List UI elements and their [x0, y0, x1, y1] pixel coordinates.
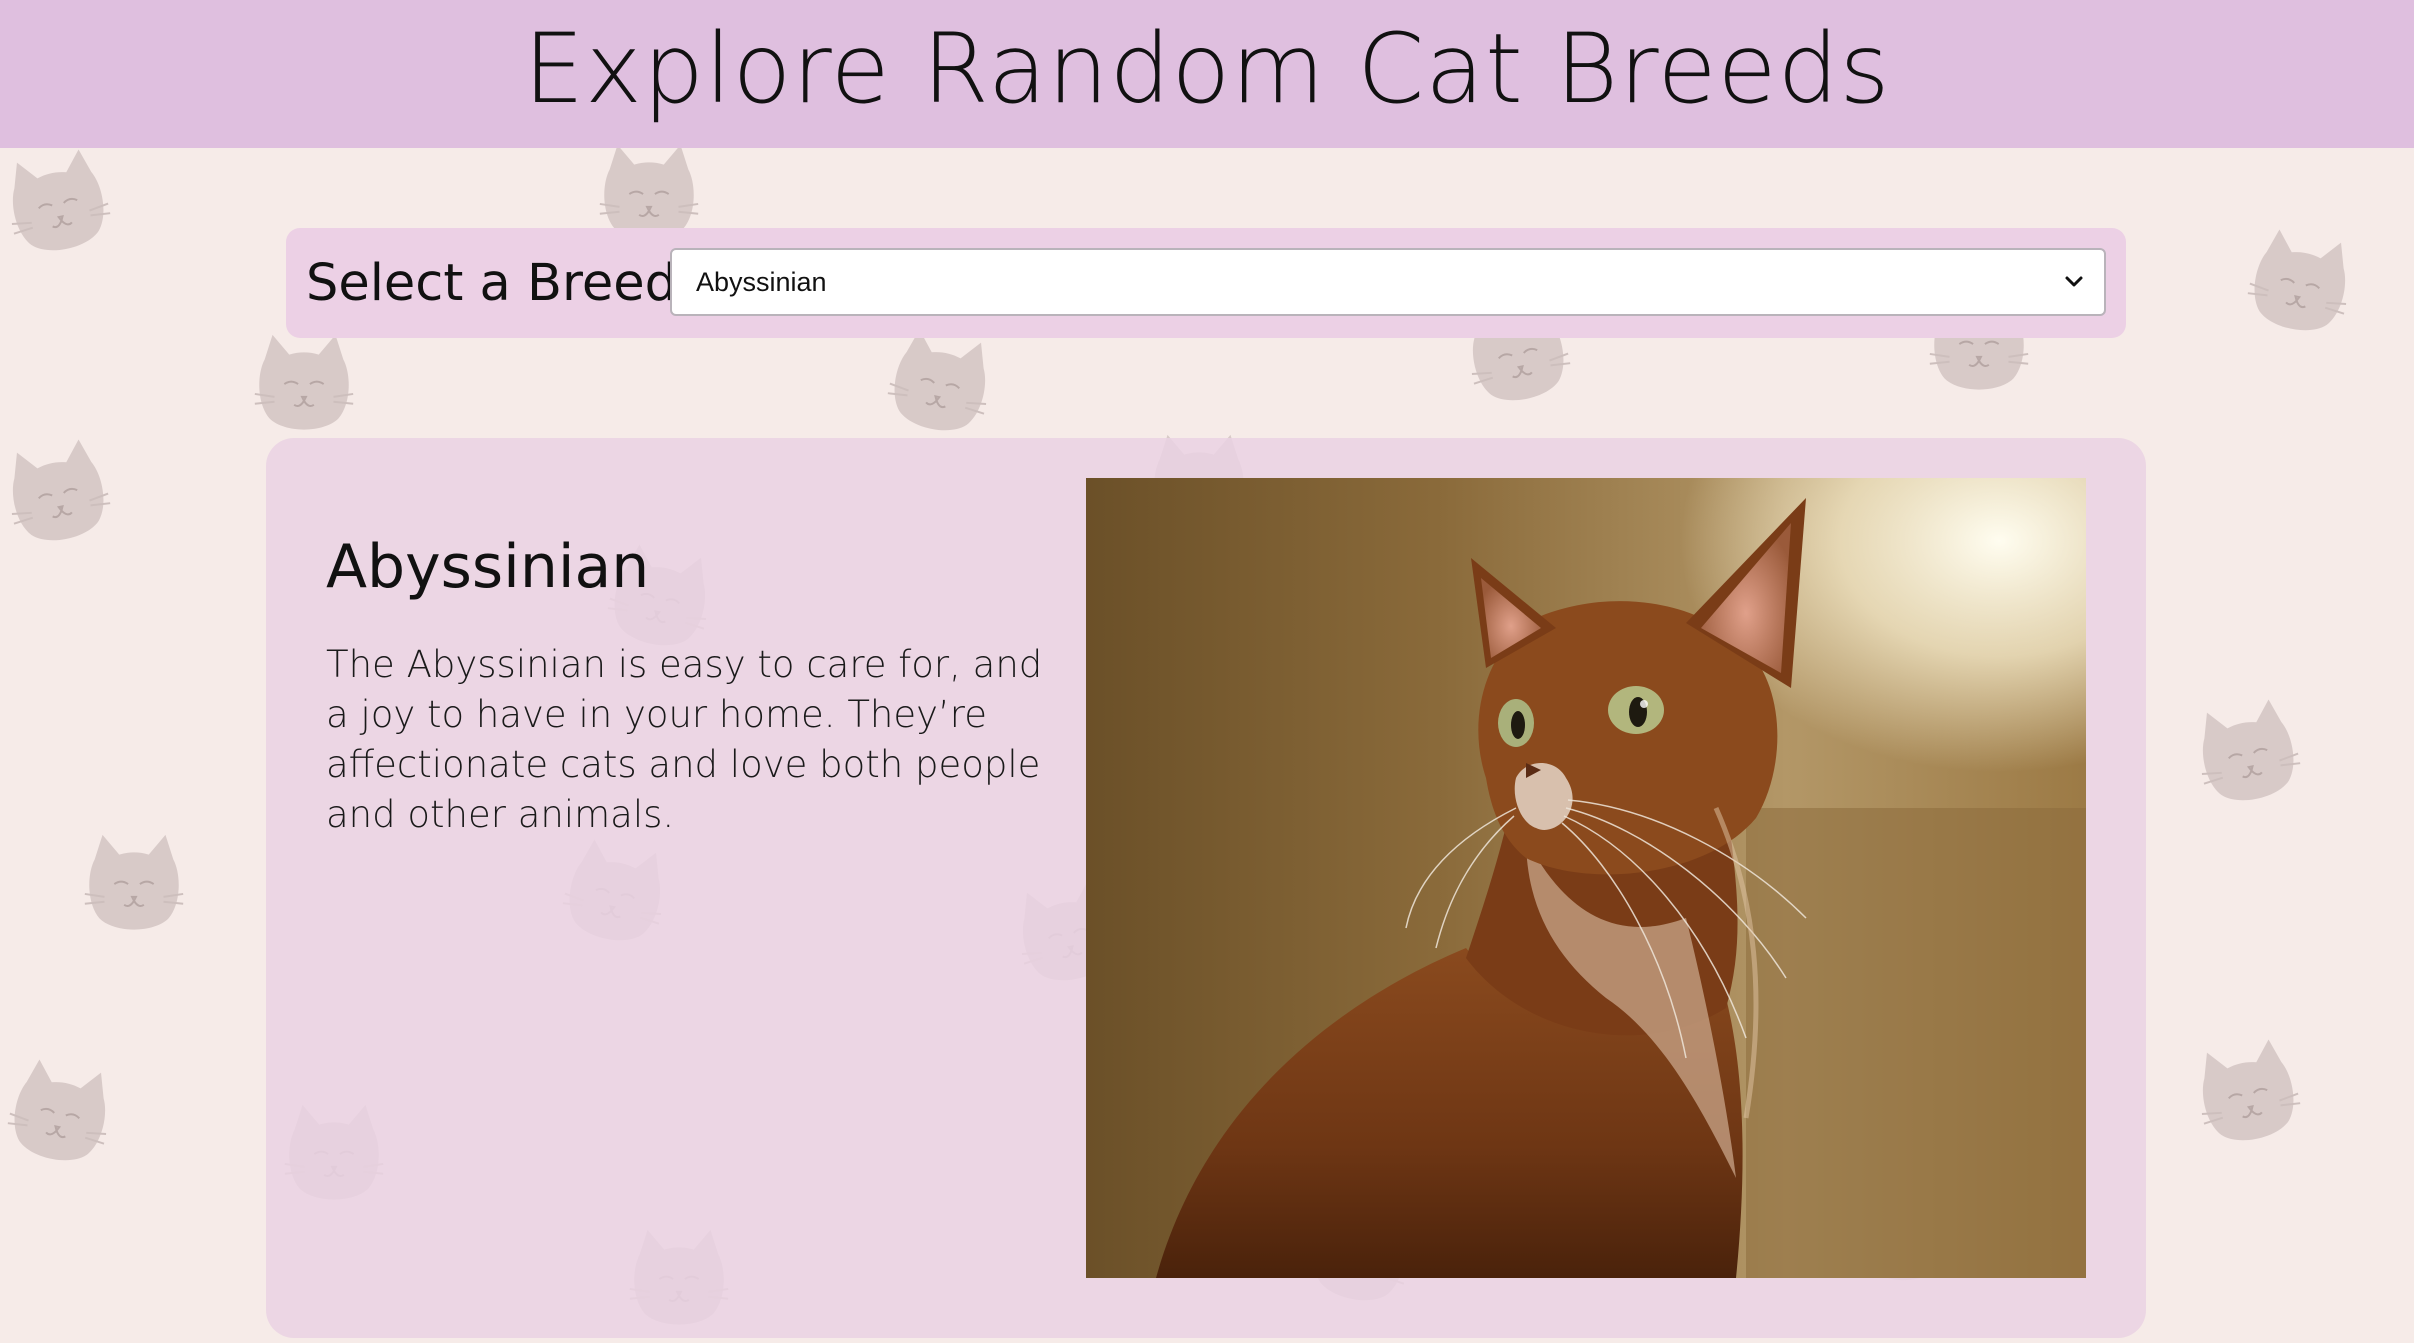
breed-select-dropdown[interactable]: Abyssinian: [670, 248, 2106, 316]
cat-face-icon: [2201, 699, 2301, 801]
cat-face-icon: [7, 1059, 107, 1161]
cat-photo: [1086, 478, 2086, 1278]
breed-select-value: Abyssinian: [696, 267, 827, 297]
breed-selector-panel: Select a Breed: Abyssinian: [286, 228, 2126, 338]
page-title: Explore Random Cat Breeds: [523, 13, 1891, 125]
breed-select-label: Select a Breed:: [306, 254, 695, 313]
cat-face-icon: [84, 834, 184, 930]
cat-face-icon: [2201, 1039, 2301, 1141]
breed-card: Abyssinian The Abyssinian is easy to car…: [266, 438, 2146, 1338]
page-header: Explore Random Cat Breeds: [0, 0, 2414, 148]
cat-face-icon: [254, 334, 354, 430]
breed-description: The Abyssinian is easy to care for, and …: [326, 643, 1043, 836]
breed-name: Abyssinian: [326, 532, 650, 602]
cat-face-icon: [2247, 229, 2347, 331]
cat-face-icon: [11, 439, 111, 541]
chevron-down-icon: [2065, 276, 2083, 287]
cat-face-icon: [11, 149, 111, 251]
